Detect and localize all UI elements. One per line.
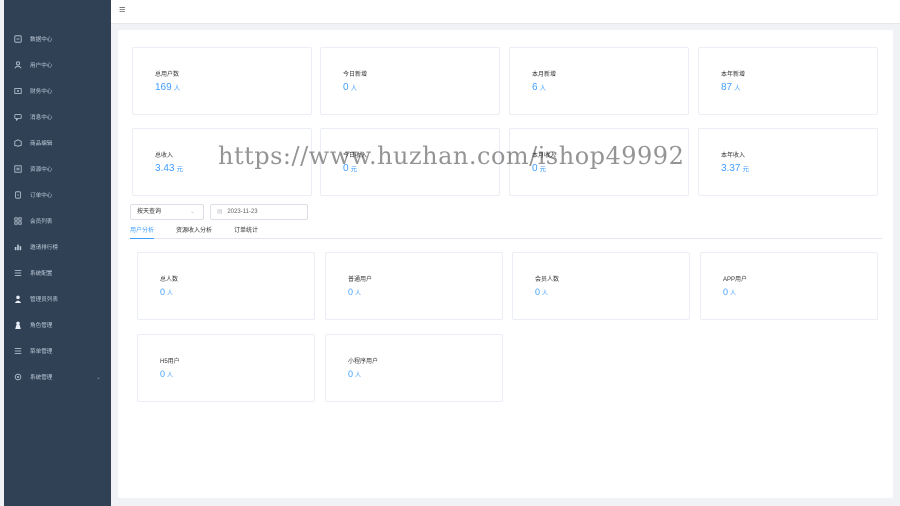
sidebar-item-ranking[interactable]: 邀请排行榜 (4, 236, 111, 258)
tab-resource-income[interactable]: 资源收入分析 (176, 225, 212, 238)
analysis-card-h5-users: H5用户 0人 (137, 334, 315, 402)
stat-card-year-income: 本年收入 3.37 元 (698, 128, 878, 196)
date-value: 2023-11-23 (227, 209, 258, 215)
stat-value: 0人 (343, 82, 358, 93)
stat-value: 0人 (348, 287, 362, 297)
sidebar-item-user-center[interactable]: 用户中心 (4, 54, 111, 76)
resource-icon (12, 165, 24, 173)
sidebar-item-label: 菜单管理 (30, 349, 53, 355)
analysis-card-app-users: APP用户 0人 (700, 252, 878, 320)
stat-label: 本月新增 (532, 72, 557, 78)
sidebar-item-label: 系统配置 (30, 271, 53, 277)
sidebar-item-system-manage[interactable]: 系统管理 ⌄ (4, 366, 111, 388)
sidebar-item-label: 管理员列表 (30, 297, 58, 303)
admin-icon (12, 295, 24, 303)
sidebar-item-admin-list[interactable]: 管理员列表 (4, 288, 111, 310)
sidebar-item-message-center[interactable]: 消息中心 (4, 106, 111, 128)
sidebar-item-label: 数据中心 (30, 37, 53, 43)
user-icon (12, 61, 24, 69)
stat-value: 87 人 (721, 82, 741, 93)
analysis-tabs: 用户分析 资源收入分析 订单统计 (130, 223, 882, 239)
stat-label: 总用户数 (155, 72, 180, 78)
sidebar-item-system-config[interactable]: 系统配置 (4, 262, 111, 284)
sidebar-item-label: 消息中心 (30, 115, 53, 121)
sidebar-item-role-manage[interactable]: 角色管理 (4, 314, 111, 336)
chevron-down-icon: ⌄ (95, 374, 101, 381)
stat-label: 总收入 (155, 153, 174, 159)
order-icon (12, 191, 24, 199)
list-icon (12, 269, 24, 277)
stat-card-today-new: 今日新增 0人 (320, 47, 500, 115)
main-content: 总用户数 169 人 今日新增 0人 本月新增 6人 本年新增 87 人 总收入 3… (118, 30, 893, 498)
stat-value: 0人 (535, 287, 549, 297)
analysis-card-members: 会员人数 0人 (512, 252, 690, 320)
sidebar-item-order-center[interactable]: 订单中心 (4, 184, 111, 206)
stat-value: 0人 (160, 369, 174, 379)
sidebar-item-resource-center[interactable]: 资源中心 (4, 158, 111, 180)
stat-label: APP用户 (723, 277, 748, 283)
stat-label: 总人数 (160, 277, 179, 283)
stat-card-total-users: 总用户数 169 人 (132, 47, 312, 115)
sidebar-item-goods-edit[interactable]: 商品编辑 (4, 132, 111, 154)
ranking-icon (12, 243, 24, 251)
stat-label: 普通用户 (348, 277, 373, 283)
stat-label: 本年收入 (721, 153, 746, 159)
menu-icon (12, 347, 24, 355)
hamburger-icon[interactable]: ≡ (119, 4, 125, 16)
stat-card-year-new: 本年新增 87 人 (698, 47, 878, 115)
select-value: 按天查询 (137, 209, 162, 215)
stat-label: 本年新增 (721, 72, 746, 78)
stat-label: H5用户 (160, 359, 180, 365)
sidebar-item-label: 用户中心 (30, 63, 53, 69)
stat-value: 0人 (160, 287, 174, 297)
sidebar-item-data-center[interactable]: 数据中心 (4, 28, 111, 50)
stat-value: 3.43 元 (155, 163, 183, 174)
watermark: https://www.huzhan.com/ishop49992 (218, 142, 685, 170)
stat-label: 今日新增 (343, 72, 368, 78)
stat-label: 会员人数 (535, 277, 560, 283)
chevron-down-icon: ⌄ (189, 209, 195, 215)
sidebar-item-label: 角色管理 (30, 323, 53, 329)
tab-order-stats[interactable]: 订单统计 (234, 225, 258, 238)
stat-value: 0人 (348, 369, 362, 379)
sidebar-item-finance-center[interactable]: 财务中心 (4, 80, 111, 102)
stat-value: 169 人 (155, 82, 181, 93)
sidebar-item-label: 系统管理 (30, 375, 53, 381)
sidebar-item-label: 财务中心 (30, 89, 53, 95)
tab-user-analysis[interactable]: 用户分析 (130, 225, 155, 239)
stat-card-month-new: 本月新增 6人 (509, 47, 689, 115)
sidebar-item-label: 订单中心 (30, 193, 53, 199)
analysis-card-normal-users: 普通用户 0人 (325, 252, 503, 320)
sidebar-item-label: 商品编辑 (30, 141, 53, 147)
stat-value: 0人 (723, 287, 737, 297)
member-list-icon (12, 217, 24, 225)
finance-icon (12, 87, 24, 95)
sidebar-item-member-list[interactable]: 会员列表 (4, 210, 111, 232)
sidebar: 数据中心 用户中心 财务中心 消息中心 商品编辑 资源中心 订单中心 会员列表 … (4, 0, 111, 506)
top-navbar: ≡ (111, 0, 900, 24)
dashboard-icon (12, 35, 24, 43)
query-mode-select[interactable]: 按天查询 ⌄ (130, 204, 204, 220)
date-picker[interactable]: ▤ 2023-11-23 (210, 204, 308, 220)
sidebar-item-label: 邀请排行榜 (30, 245, 58, 251)
settings-icon (12, 373, 24, 381)
stat-value: 3.37 元 (721, 163, 749, 174)
stat-value: 6人 (532, 82, 547, 93)
analysis-card-total: 总人数 0人 (137, 252, 315, 320)
sidebar-item-label: 资源中心 (30, 167, 53, 173)
stat-label: 小程序用户 (348, 359, 379, 365)
analysis-card-miniprogram-users: 小程序用户 0人 (325, 334, 503, 402)
sidebar-item-label: 会员列表 (30, 219, 53, 225)
goods-icon (12, 139, 24, 147)
sidebar-item-menu-manage[interactable]: 菜单管理 (4, 340, 111, 362)
role-icon (12, 321, 24, 329)
message-icon (12, 113, 24, 121)
calendar-icon: ▤ (217, 209, 223, 215)
